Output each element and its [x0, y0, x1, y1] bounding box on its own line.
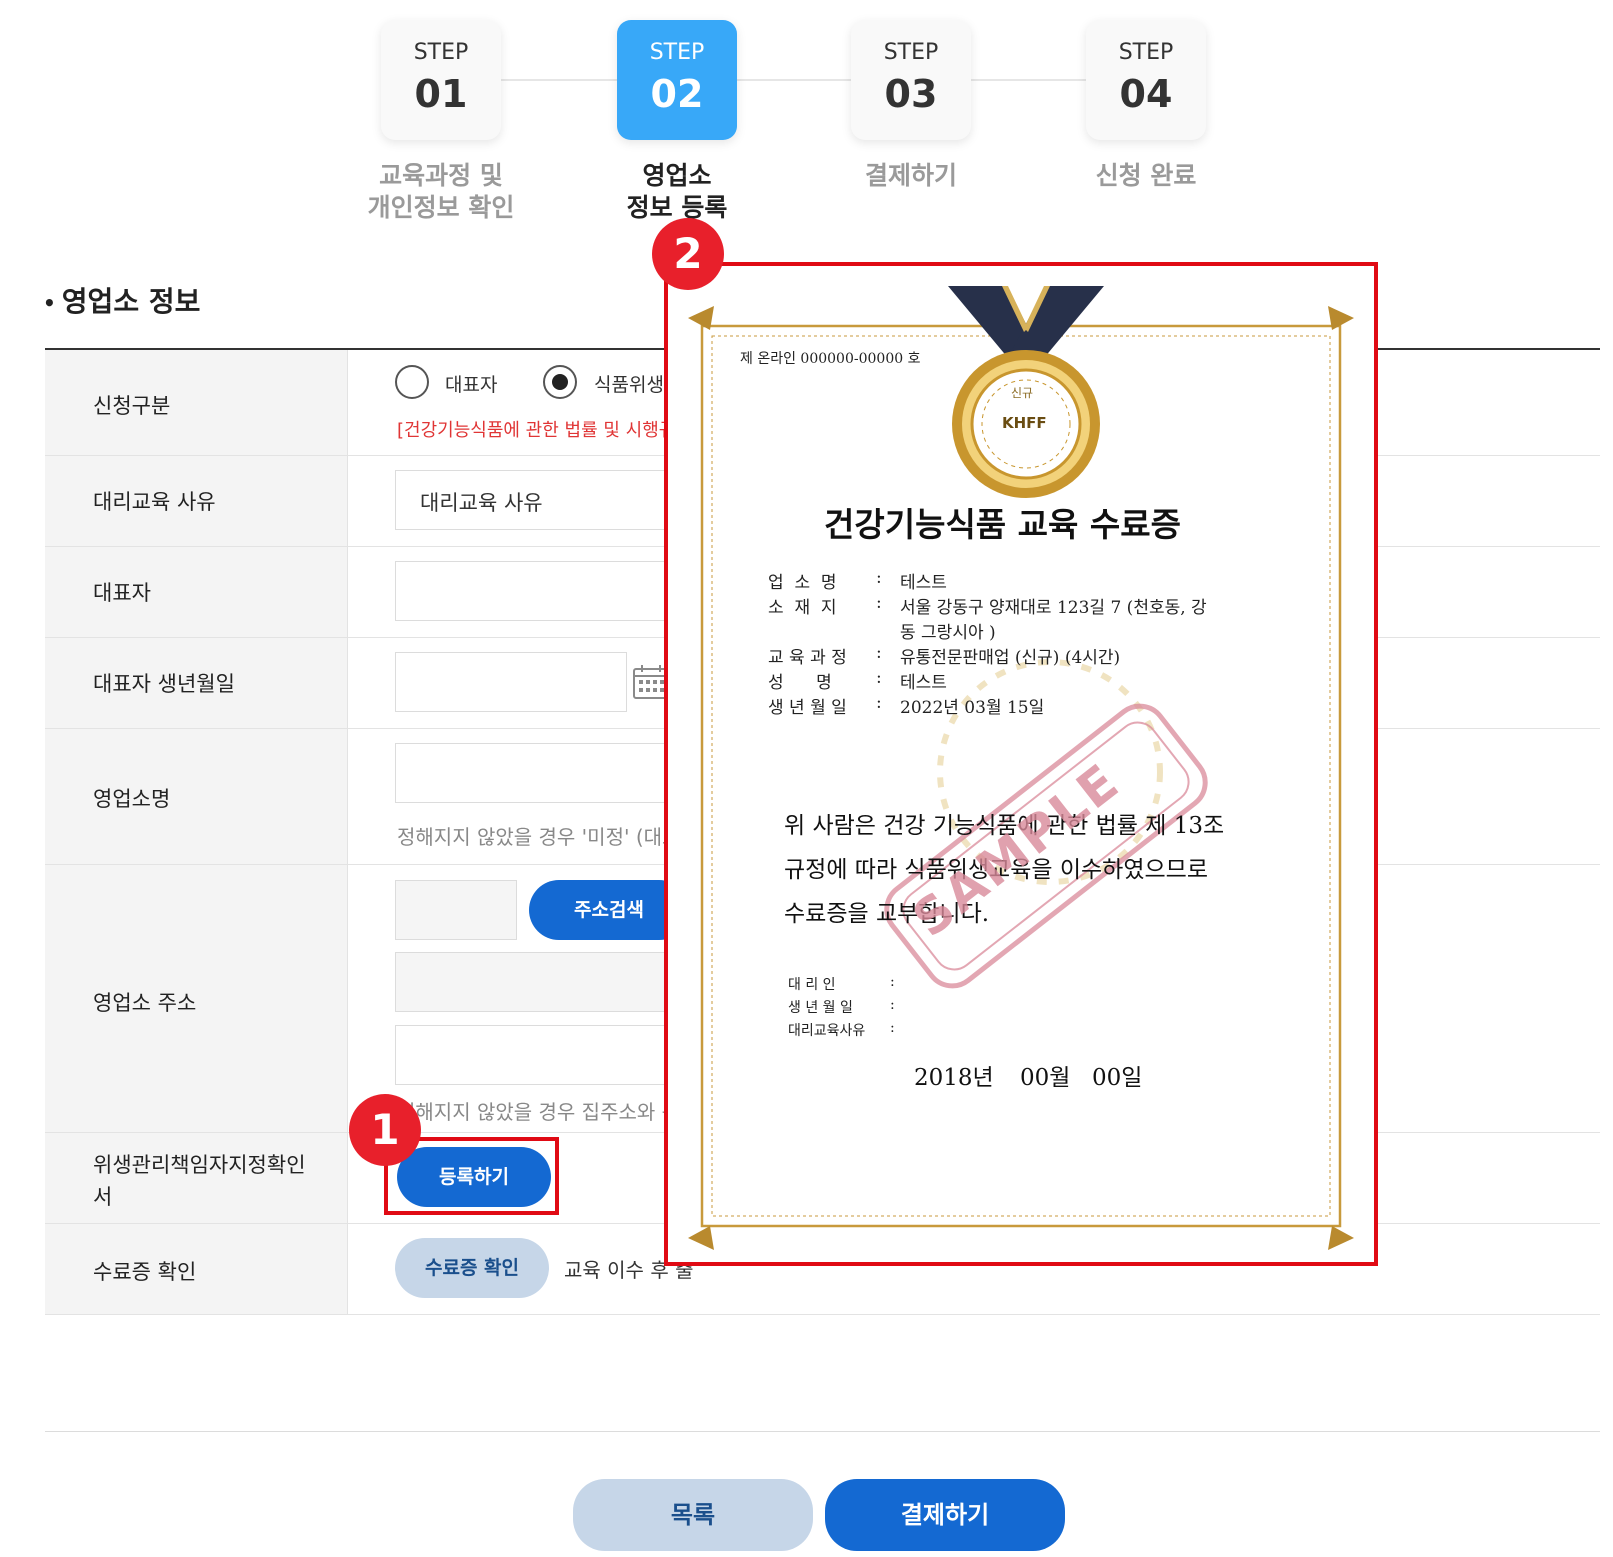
step-01: STEP 01 — [381, 20, 501, 140]
step-number: 01 — [414, 72, 468, 116]
field-colon: : — [876, 643, 882, 663]
field-value: 서울 강동구 양재대로 123길 7 (천호동, 강 — [900, 598, 1207, 618]
field-value: 동 그랑시아 ) — [900, 623, 996, 643]
step-04: STEP 04 — [1086, 20, 1206, 140]
certificate-preview: 제 온라인 000000-00000 호 신규 KHFF 건강기능식품 교육 수… — [664, 262, 1378, 1266]
rep-birth-label: 대표자 생년월일 — [93, 672, 235, 696]
row-head — [45, 729, 348, 864]
address-hint: 정해지지 않았을 경우 집주소와 동 — [397, 1100, 681, 1124]
certificate-date-month: 00월 — [1020, 1065, 1071, 1091]
field-value: 테스트 — [900, 673, 947, 693]
radio-hygiene-manager[interactable] — [543, 365, 577, 399]
proxy-field-colon: : — [890, 997, 895, 1013]
field-value: 테스트 — [900, 573, 947, 593]
business-name-hint: 정해지지 않았을 경우 '미정' (대표 — [397, 825, 681, 849]
section-title-text: 영업소 정보 — [61, 285, 201, 318]
field-key: 교 육 과 정 — [768, 648, 847, 668]
medal-top-label: 신규 — [1011, 386, 1034, 400]
field-value: 2022년 03월 15일 — [900, 698, 1045, 718]
field-key: 생 년 월 일 — [768, 698, 847, 718]
proxy-reason-value: 대리교육 사유 — [420, 491, 543, 515]
step-01-label: 교육과정 및 개인정보 확인 — [331, 160, 551, 224]
hygiene-doc-label-line: 위생관리책임자지정확인 — [93, 1153, 306, 1177]
legal-note: [건강기능식품에 관한 법률 및 시행규칙 — [397, 420, 692, 441]
step-03-label: 결제하기 — [801, 160, 1021, 192]
field-value: 유통전문판매업 (신규) (4시간) — [900, 648, 1121, 668]
proxy-reason-label: 대리교육 사유 — [93, 490, 216, 514]
step-word: STEP — [413, 40, 469, 65]
proxy-field-key: 대 리 인 — [788, 977, 836, 993]
field-colon: : — [876, 693, 882, 713]
field-key: 업 소 명 — [768, 573, 837, 593]
callout-badge-2: 2 — [652, 218, 724, 290]
section-title: • 영업소 정보 — [43, 280, 200, 320]
step-word: STEP — [649, 40, 705, 65]
medal-text: KHFF — [1002, 414, 1047, 432]
representative-label: 대표자 — [93, 581, 151, 605]
field-key: 소 재 지 — [768, 598, 837, 618]
callout-badge-1: 1 — [349, 1094, 421, 1166]
proxy-field-key: 대리교육사유 — [788, 1023, 866, 1039]
step-label-line: 신청 완료 — [1095, 161, 1197, 190]
certificate-title: 건강기능식품 교육 수료증 — [824, 505, 1181, 544]
step-label-line: 영업소 — [642, 161, 712, 190]
pay-button[interactable]: 결제하기 — [825, 1479, 1065, 1551]
bottom-divider — [45, 1431, 1600, 1432]
step-number: 03 — [884, 72, 938, 116]
step-03: STEP 03 — [851, 20, 971, 140]
step-02-label: 영업소 정보 등록 — [567, 160, 787, 224]
step-label-line: 결제하기 — [864, 161, 957, 190]
step-connector — [500, 79, 1150, 81]
step-number: 04 — [1119, 72, 1173, 116]
row-head — [45, 350, 348, 455]
address-label: 영업소 주소 — [93, 991, 197, 1015]
certificate-date-day: 00일 — [1092, 1065, 1143, 1091]
proxy-field-colon: : — [890, 1020, 895, 1036]
certificate-label: 수료증 확인 — [93, 1260, 197, 1284]
apply-type-label: 신청구분 — [93, 394, 171, 418]
hygiene-doc-label: 위생관리책임자지정확인 서 — [93, 1149, 306, 1213]
radio-representative-label: 대표자 — [445, 374, 498, 396]
representative-input[interactable] — [395, 561, 675, 621]
field-colon: : — [876, 593, 882, 613]
field-key: 성 명 — [768, 673, 832, 693]
row-head — [45, 865, 348, 1132]
step-04-label: 신청 완료 — [1036, 160, 1256, 192]
step-label-line: 개인정보 확인 — [367, 193, 515, 222]
proxy-field-colon: : — [890, 974, 895, 990]
step-number: 02 — [650, 72, 704, 116]
proxy-field-key: 생 년 월 일 — [788, 1000, 853, 1016]
hygiene-doc-label-line: 서 — [93, 1185, 113, 1209]
certificate-view-button[interactable]: 수료증 확인 — [395, 1238, 549, 1298]
radio-representative[interactable] — [395, 365, 429, 399]
step-label-line: 교육과정 및 — [379, 161, 503, 190]
row-head — [45, 547, 348, 637]
business-name-label: 영업소명 — [93, 787, 171, 811]
list-button[interactable]: 목록 — [573, 1479, 813, 1551]
certificate-serial: 제 온라인 000000-00000 호 — [740, 351, 921, 367]
certificate-date-year: 2018년 — [914, 1065, 994, 1091]
row-head — [45, 1224, 348, 1314]
rep-birth-input[interactable] — [395, 652, 627, 712]
step-word: STEP — [883, 40, 939, 65]
field-colon: : — [876, 568, 882, 588]
step-02: STEP 02 — [617, 20, 737, 140]
step-word: STEP — [1118, 40, 1174, 65]
section-bullet: • — [43, 291, 56, 315]
field-colon: : — [876, 668, 882, 688]
zipcode-input[interactable] — [395, 880, 517, 940]
